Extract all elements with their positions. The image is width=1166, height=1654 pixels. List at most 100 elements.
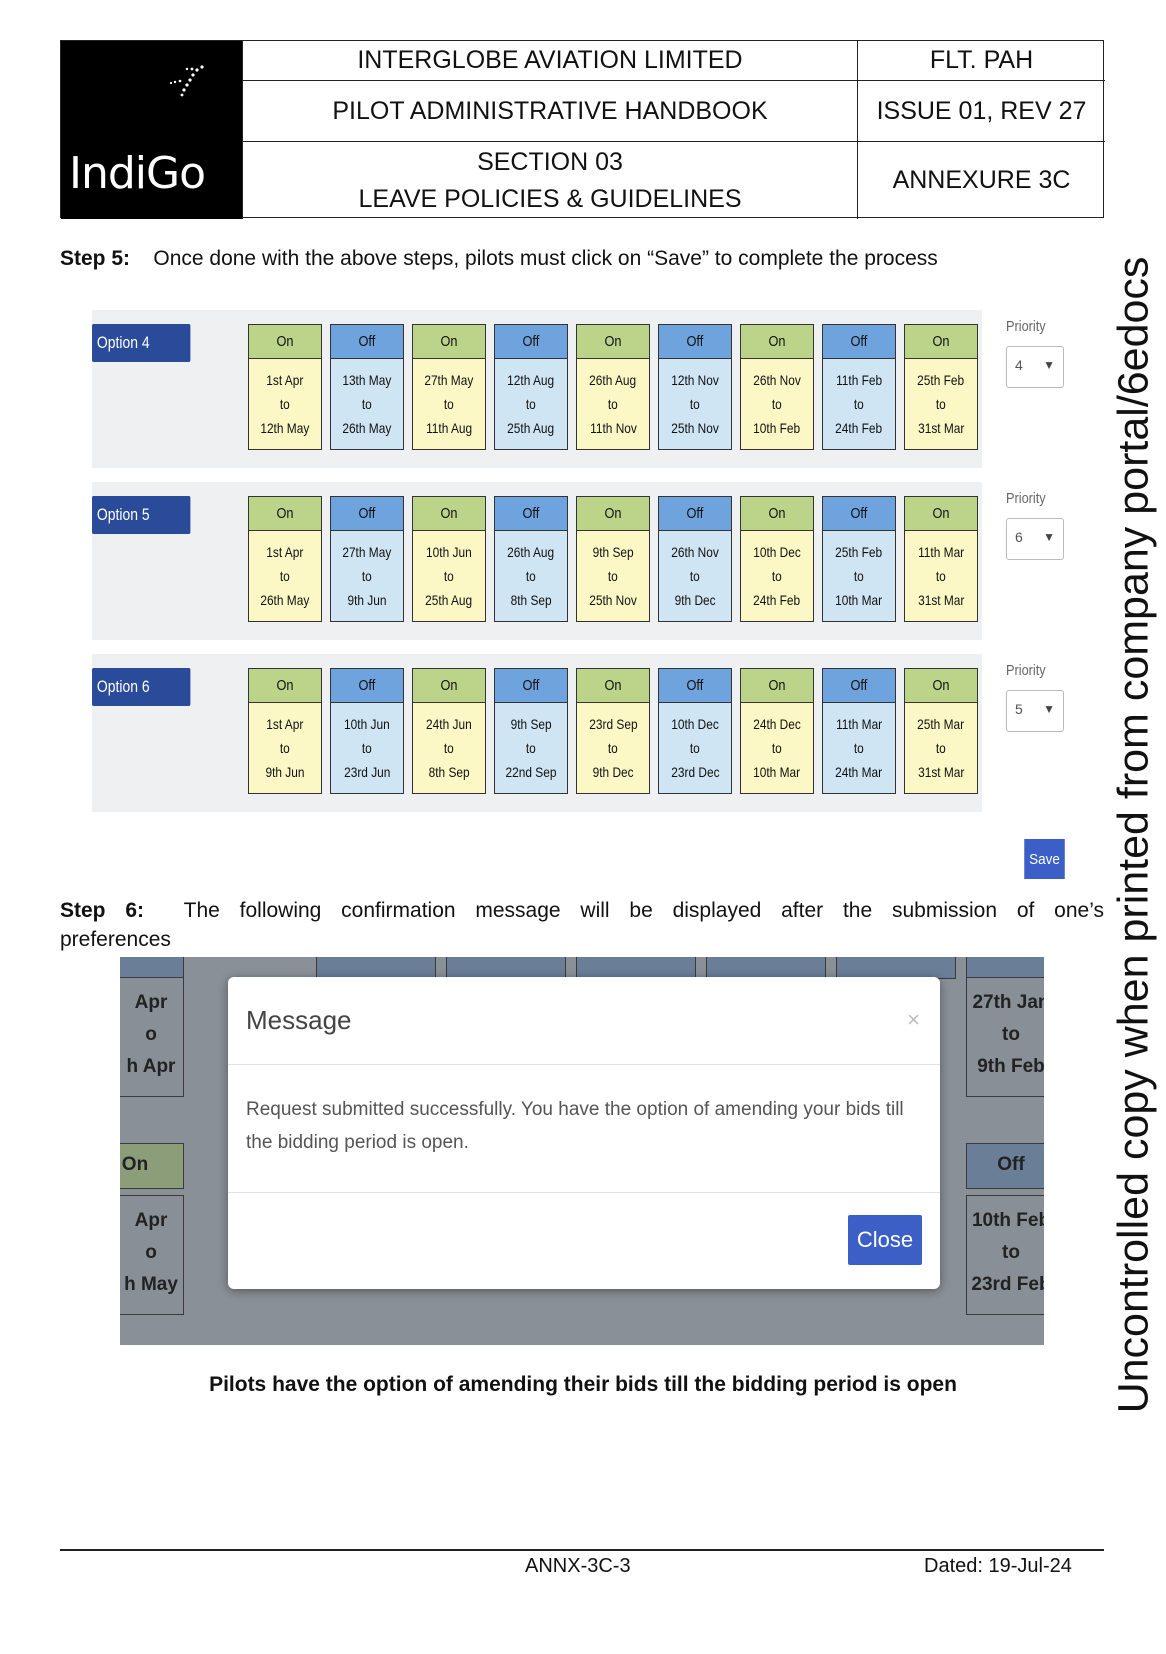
leave-period-cell[interactable]: Off 10th Jun to 23rd Jun bbox=[330, 668, 404, 794]
period-to: 31st Mar bbox=[917, 420, 965, 436]
bg-on-text: On bbox=[121, 1154, 149, 1175]
leave-period-cell[interactable]: On 10th Dec to 24th Feb bbox=[740, 496, 814, 622]
bg-text-line: to bbox=[1002, 1242, 1020, 1263]
period-range: 12th Aug to 25th Aug bbox=[495, 359, 567, 449]
period-range: 1st Apr to 26th May bbox=[249, 531, 321, 621]
period-from: 25th Feb bbox=[917, 372, 965, 388]
period-to: 24th Mar bbox=[835, 764, 883, 780]
period-status-text: On bbox=[440, 333, 458, 350]
period-status: Off bbox=[823, 325, 895, 359]
period-to-word: to bbox=[444, 740, 454, 756]
bg-cell-text: 10th Feb to 23rd Feb bbox=[968, 1205, 1044, 1301]
period-to: 26th May bbox=[260, 592, 310, 608]
period-to-word: to bbox=[444, 568, 454, 584]
leave-period-cell[interactable]: On 25th Feb to 31st Mar bbox=[904, 324, 978, 450]
leave-period-cell[interactable]: Off 26th Aug to 8th Sep bbox=[494, 496, 568, 622]
period-status: On bbox=[905, 497, 977, 531]
period-status-text: Off bbox=[358, 677, 376, 694]
priority-select[interactable]: 6 ▼ bbox=[1006, 518, 1064, 560]
period-from: 11th Mar bbox=[835, 716, 883, 732]
period-status-text: Off bbox=[686, 677, 704, 694]
period-range: 9th Sep to 22nd Sep bbox=[495, 703, 567, 793]
bg-header-cell bbox=[446, 957, 566, 979]
period-from: 24th Jun bbox=[426, 716, 472, 732]
period-status: On bbox=[905, 325, 977, 359]
period-to: 25th Aug bbox=[507, 420, 555, 436]
period-range: 26th Nov to 10th Feb bbox=[741, 359, 813, 449]
leave-period-cell[interactable]: Off 9th Sep to 22nd Sep bbox=[494, 668, 568, 794]
close-button[interactable]: Close bbox=[848, 1215, 922, 1265]
bg-text-line: to bbox=[1002, 1024, 1020, 1045]
priority-label: Priority bbox=[1006, 662, 1046, 679]
bg-cell-text: Apr o h May bbox=[120, 1205, 182, 1301]
period-status-text: Off bbox=[522, 333, 540, 350]
period-to-word: to bbox=[526, 740, 536, 756]
leave-period-cell[interactable]: On 26th Nov to 10th Feb bbox=[740, 324, 814, 450]
period-status: Off bbox=[823, 669, 895, 703]
priority-select[interactable]: 5 ▼ bbox=[1006, 690, 1064, 732]
period-to: 9th Dec bbox=[674, 592, 716, 608]
leave-period-cell[interactable]: Off 11th Feb to 24th Feb bbox=[822, 324, 896, 450]
bg-text-line: 27th Jan bbox=[972, 992, 1044, 1013]
leave-period-cell[interactable]: Off 11th Mar to 24th Mar bbox=[822, 668, 896, 794]
leave-period-cell[interactable]: Off 12th Aug to 25th Aug bbox=[494, 324, 568, 450]
section-number: SECTION 03 bbox=[477, 148, 623, 177]
period-status: Off bbox=[823, 497, 895, 531]
period-from: 9th Sep bbox=[592, 544, 634, 560]
period-to-word: to bbox=[936, 396, 946, 412]
option-button[interactable]: Option 6 bbox=[92, 668, 191, 706]
option-button[interactable]: Option 4 bbox=[92, 324, 191, 362]
bg-header-cell bbox=[576, 957, 696, 979]
leave-period-cell[interactable]: On 9th Sep to 25th Nov bbox=[576, 496, 650, 622]
priority-select[interactable]: 4 ▼ bbox=[1006, 346, 1064, 388]
period-status: On bbox=[249, 669, 321, 703]
period-status: Off bbox=[495, 669, 567, 703]
logo-text: IndiGo bbox=[69, 148, 206, 199]
period-to: 25th Aug bbox=[425, 592, 473, 608]
period-range: 27th May to 11th Aug bbox=[413, 359, 485, 449]
leave-period-cell[interactable]: On 1st Apr to 9th Jun bbox=[248, 668, 322, 794]
bg-header-cell bbox=[316, 957, 436, 979]
leave-period-cell[interactable]: Off 25th Feb to 10th Mar bbox=[822, 496, 896, 622]
leave-period-cell[interactable]: On 24th Jun to 8th Sep bbox=[412, 668, 486, 794]
leave-period-cell[interactable]: On 1st Apr to 12th May bbox=[248, 324, 322, 450]
leave-period-cell[interactable]: On 27th May to 11th Aug bbox=[412, 324, 486, 450]
period-status-text: On bbox=[768, 505, 786, 522]
leave-period-cell[interactable]: Off 13th May to 26th May bbox=[330, 324, 404, 450]
period-from: 25th Mar bbox=[917, 716, 965, 732]
period-to: 26th May bbox=[342, 420, 392, 436]
leave-period-cell[interactable]: On 23rd Sep to 9th Dec bbox=[576, 668, 650, 794]
period-status: Off bbox=[331, 669, 403, 703]
option-button[interactable]: Option 5 bbox=[92, 496, 191, 534]
period-status-text: Off bbox=[850, 677, 868, 694]
close-icon[interactable]: × bbox=[907, 1007, 920, 1033]
leave-period-cell[interactable]: On 10th Jun to 25th Aug bbox=[412, 496, 486, 622]
leave-period-cell[interactable]: On 25th Mar to 31st Mar bbox=[904, 668, 978, 794]
period-from: 26th Aug bbox=[507, 544, 555, 560]
period-to: 23rd Jun bbox=[343, 764, 391, 780]
save-button[interactable]: Save bbox=[1024, 839, 1065, 879]
leave-period-cell[interactable]: Off 10th Dec to 23rd Dec bbox=[658, 668, 732, 794]
period-status: Off bbox=[331, 497, 403, 531]
leave-period-cell[interactable]: On 11th Mar to 31st Mar bbox=[904, 496, 978, 622]
leave-period-cell[interactable]: Off 12th Nov to 25th Nov bbox=[658, 324, 732, 450]
period-to-word: to bbox=[690, 568, 700, 584]
period-status: On bbox=[249, 497, 321, 531]
period-to: 9th Dec bbox=[592, 764, 634, 780]
period-range: 27th May to 9th Jun bbox=[331, 531, 403, 621]
period-from: 11th Mar bbox=[917, 544, 965, 560]
dropdown-caret-icon: ▼ bbox=[1043, 530, 1055, 544]
period-range: 1st Apr to 9th Jun bbox=[249, 703, 321, 793]
step5-instruction: Step 5: Once done with the above steps, … bbox=[60, 244, 938, 273]
period-status: On bbox=[577, 325, 649, 359]
leave-period-cell[interactable]: On 26th Aug to 11th Nov bbox=[576, 324, 650, 450]
period-from: 10th Dec bbox=[753, 544, 801, 560]
leave-period-cell[interactable]: On 24th Dec to 10th Mar bbox=[740, 668, 814, 794]
leave-period-cell[interactable]: On 1st Apr to 26th May bbox=[248, 496, 322, 622]
leave-period-cell[interactable]: Off 26th Nov to 9th Dec bbox=[658, 496, 732, 622]
leave-period-cell[interactable]: Off 27th May to 9th Jun bbox=[330, 496, 404, 622]
bg-text-line: o bbox=[145, 1024, 157, 1045]
priority-value: 6 bbox=[1015, 529, 1023, 545]
priority-label: Priority bbox=[1006, 318, 1046, 335]
period-to-word: to bbox=[690, 396, 700, 412]
